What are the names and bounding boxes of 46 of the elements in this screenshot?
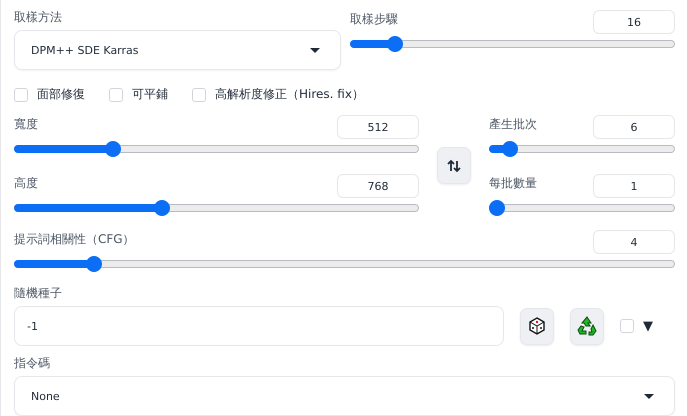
reuse-seed-button[interactable]	[570, 308, 604, 344]
checkbox[interactable]	[620, 319, 634, 333]
number-field[interactable]: 1	[593, 174, 675, 198]
slider-thumb[interactable]	[86, 256, 102, 272]
slider-thumb[interactable]	[105, 141, 122, 157]
slider-label: 產生批次	[489, 116, 537, 133]
caret-icon	[644, 394, 654, 398]
slider-label: 寬度	[14, 116, 38, 133]
slider-label: 提示詞相關性（CFG）	[14, 231, 135, 248]
expand-toggle[interactable]: ▼	[643, 318, 653, 334]
slider-track[interactable]	[350, 36, 675, 52]
slider-track[interactable]	[489, 200, 675, 216]
slider-thumb[interactable]	[154, 200, 170, 216]
checkbox[interactable]	[109, 88, 123, 102]
slider-label: 高度	[14, 175, 38, 192]
slider-thumb[interactable]	[502, 141, 518, 157]
number-field[interactable]: 768	[337, 174, 419, 198]
number-field[interactable]: 16	[593, 10, 675, 34]
seed-field[interactable]: -1	[14, 306, 504, 346]
checkbox[interactable]	[192, 88, 206, 102]
seed-label: 隨機種子	[14, 285, 63, 302]
dice-icon	[528, 317, 546, 335]
dropdown-label: 指令碼	[14, 355, 51, 372]
swap-button[interactable]	[437, 147, 471, 184]
script-dropdown[interactable]: None	[14, 376, 675, 416]
checkbox-label: 面部修復	[37, 86, 85, 103]
slider-track[interactable]	[14, 141, 419, 157]
slider-track[interactable]	[14, 200, 419, 216]
number-field[interactable]: 512	[337, 115, 419, 139]
swap-icon	[447, 158, 461, 172]
slider-thumb[interactable]	[489, 200, 505, 216]
recycle-icon	[577, 316, 597, 336]
number-field[interactable]: 4	[593, 230, 675, 254]
dropdown-label: 取樣方法	[14, 9, 63, 26]
checkbox-label: 可平鋪	[132, 86, 168, 103]
slider-label: 取樣步驟	[350, 11, 398, 28]
number-field[interactable]: 6	[593, 115, 675, 139]
sampler-dropdown[interactable]: DPM++ SDE Karras	[14, 30, 341, 70]
random-seed-button[interactable]	[520, 308, 554, 344]
slider-track[interactable]	[14, 256, 675, 272]
slider-thumb[interactable]	[387, 36, 404, 52]
slider-track[interactable]	[489, 141, 675, 157]
slider-label: 每批數量	[489, 175, 537, 192]
checkbox-label: 高解析度修正（Hires. fix）	[215, 86, 364, 103]
caret-icon	[310, 48, 320, 52]
checkbox[interactable]	[14, 88, 28, 102]
